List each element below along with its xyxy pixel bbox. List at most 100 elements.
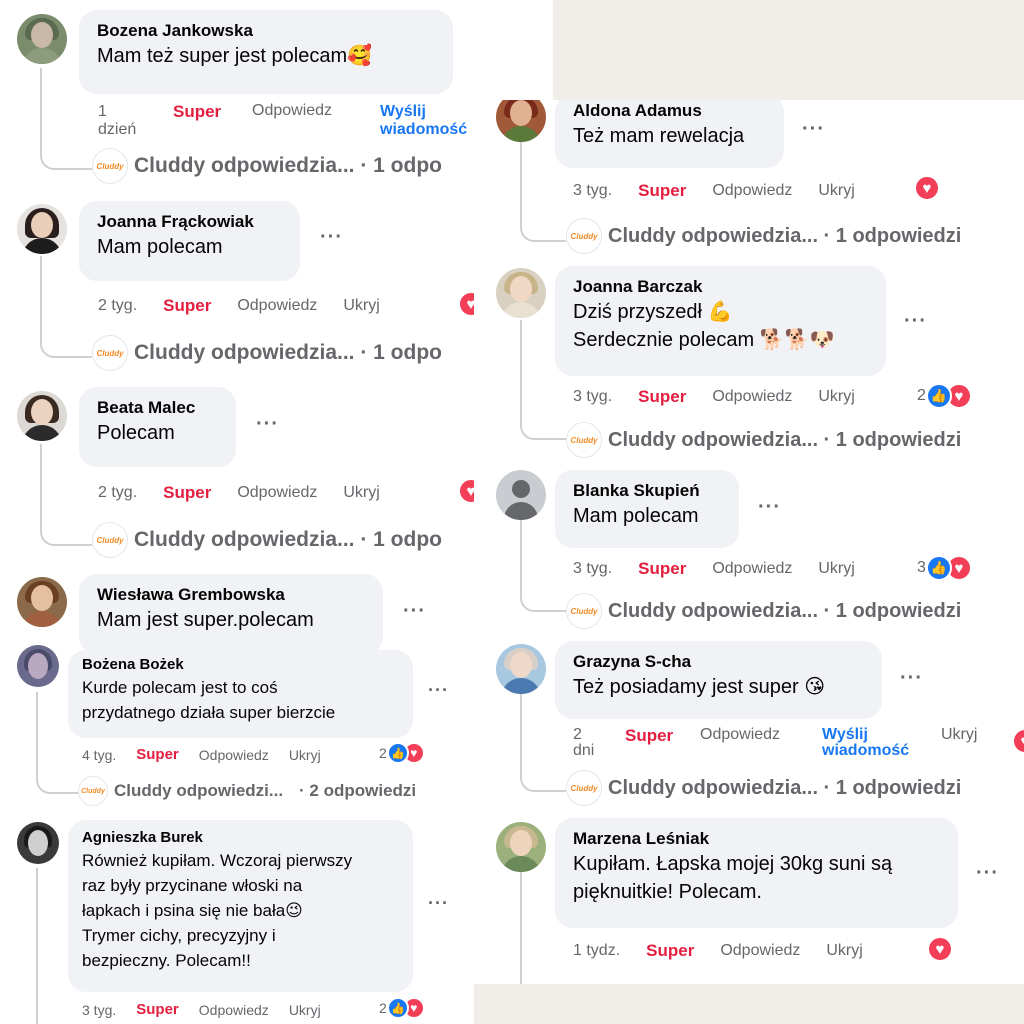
reply-button[interactable]: Odpowiedz bbox=[199, 747, 269, 763]
comment-author[interactable]: Agnieszka Burek bbox=[82, 828, 399, 848]
avatar[interactable] bbox=[17, 645, 59, 687]
reply-button[interactable]: Odpowiedz bbox=[712, 560, 792, 578]
avatar[interactable] bbox=[496, 644, 546, 694]
heart-reaction-icon[interactable]: ♥ bbox=[927, 936, 953, 962]
comment-time[interactable]: 2 tyg. bbox=[98, 484, 137, 502]
comment-time[interactable]: 3 tyg. bbox=[573, 182, 612, 200]
reaction-super-button[interactable]: Super bbox=[638, 181, 686, 201]
comment-author[interactable]: Joanna Frąckowiak bbox=[97, 211, 282, 233]
avatar[interactable] bbox=[17, 391, 67, 441]
default-avatar-icon[interactable] bbox=[496, 470, 546, 520]
hide-button[interactable]: Ukryj bbox=[343, 297, 379, 315]
comment-time[interactable]: 1 tydz. bbox=[573, 942, 620, 960]
avatar[interactable] bbox=[17, 204, 67, 254]
avatar[interactable] bbox=[496, 100, 546, 142]
cluddy-logo-icon: Cluddy bbox=[92, 335, 128, 371]
comment-author[interactable]: Bożena Bożek bbox=[82, 655, 399, 675]
reply-button[interactable]: Odpowiedz bbox=[237, 484, 317, 502]
comment-author[interactable]: Blanka Skupień bbox=[573, 480, 721, 502]
reaction-super-button[interactable]: Super bbox=[136, 1001, 179, 1018]
comment-time[interactable]: 3 tyg. bbox=[573, 388, 612, 406]
reply-button[interactable]: Odpowiedz bbox=[199, 1002, 269, 1018]
more-dots-icon[interactable]: ··· bbox=[473, 38, 474, 61]
heart-reaction-icon[interactable]: ♥ bbox=[1012, 728, 1024, 754]
more-dots-icon[interactable]: ··· bbox=[900, 667, 923, 690]
comments-panel-left: Bozena Jankowska Mam też super jest pole… bbox=[0, 0, 474, 1024]
hide-button[interactable]: Ukryj bbox=[826, 942, 862, 960]
comment-author[interactable]: Bozena Jankowska bbox=[97, 20, 435, 42]
hide-button[interactable]: Ukryj bbox=[818, 560, 854, 578]
reaction-count: 2 bbox=[379, 745, 387, 761]
more-dots-icon[interactable]: ··· bbox=[758, 496, 781, 519]
heart-reaction-icon[interactable]: ♥ bbox=[458, 478, 474, 504]
avatar[interactable] bbox=[17, 822, 59, 864]
more-dots-icon[interactable]: ··· bbox=[320, 226, 343, 249]
hide-button[interactable]: Ukryj bbox=[818, 388, 854, 406]
hide-button[interactable]: Ukryj bbox=[818, 182, 854, 200]
comment-author[interactable]: Grazyna S-cha bbox=[573, 651, 864, 673]
comment-text: Kupiłam. Łapska mojej 30kg suni są pięknu… bbox=[573, 853, 893, 903]
more-dots-icon[interactable]: ··· bbox=[976, 862, 999, 885]
comment-author[interactable]: Marzena Leśniak bbox=[573, 828, 940, 850]
thread-line bbox=[36, 868, 38, 1024]
more-dots-icon[interactable]: ··· bbox=[403, 600, 426, 623]
more-dots-icon[interactable]: ··· bbox=[428, 893, 449, 914]
reply-summary[interactable]: Cluddy Cluddy odpowiedzia... · 1 odpowie… bbox=[566, 422, 961, 458]
reply-button[interactable]: Odpowiedz bbox=[237, 297, 317, 315]
reply-summary[interactable]: Cluddy Cluddy odpowiedzia... · 1 odpo bbox=[92, 148, 442, 184]
comment-author[interactable]: Aldona Adamus bbox=[573, 100, 766, 122]
reply-summary[interactable]: Cluddy Cluddy odpowiedzia... · 1 odpo bbox=[92, 522, 442, 558]
comment-actions: 3 tyg. Super Odpowiedz Ukryj bbox=[82, 1001, 321, 1018]
hide-button[interactable]: Ukryj bbox=[289, 747, 321, 763]
reaction-super-button[interactable]: Super bbox=[163, 483, 211, 503]
hide-button[interactable]: Ukryj bbox=[941, 726, 977, 744]
comment-author[interactable]: Joanna Barczak bbox=[573, 276, 868, 298]
heart-reaction-icon[interactable]: ♥ bbox=[458, 291, 474, 317]
reaction-super-button[interactable]: Super bbox=[638, 387, 686, 407]
more-dots-icon[interactable]: ··· bbox=[428, 680, 449, 701]
send-message-button[interactable]: Wyślij wiadomość bbox=[822, 727, 909, 759]
reply-button[interactable]: Odpowiedz bbox=[252, 102, 332, 120]
more-dots-icon[interactable]: ··· bbox=[802, 118, 825, 141]
avatar[interactable] bbox=[17, 14, 67, 64]
reaction-summary[interactable]: 2 👍 ♥ bbox=[379, 742, 425, 764]
reply-summary[interactable]: Cluddy Cluddy odpowiedzia... · 1 odpo bbox=[92, 335, 442, 371]
reaction-super-button[interactable]: Super bbox=[646, 941, 694, 961]
reply-summary[interactable]: Cluddy Cluddy odpowiedzia... · 1 odpowie… bbox=[566, 218, 961, 254]
comment-time[interactable]: 3 tyg. bbox=[573, 560, 612, 578]
comment-time[interactable]: 3 tyg. bbox=[82, 1002, 116, 1018]
like-reaction-icon: 👍 bbox=[386, 997, 409, 1019]
comment-time[interactable]: 1 dzień bbox=[98, 103, 136, 139]
reply-summary[interactable]: Cluddy Cluddy odpowiedzia... · 1 odpowie… bbox=[566, 593, 961, 629]
comment-text: Również kupiłam. Wczoraj pierwszy raz by… bbox=[82, 851, 353, 970]
reaction-super-button[interactable]: Super bbox=[173, 102, 221, 122]
reply-button[interactable]: Odpowiedz bbox=[712, 182, 792, 200]
comment-time[interactable]: 2 dni bbox=[573, 727, 594, 759]
comment-author[interactable]: Wiesława Grembowska bbox=[97, 584, 365, 606]
avatar[interactable] bbox=[496, 822, 546, 872]
hide-button[interactable]: Ukryj bbox=[343, 484, 379, 502]
reply-button[interactable]: Odpowiedz bbox=[720, 942, 800, 960]
avatar[interactable] bbox=[17, 577, 67, 627]
reaction-summary[interactable]: 2 👍 ♥ bbox=[917, 383, 972, 409]
comment-time[interactable]: 4 tyg. bbox=[82, 747, 116, 763]
reaction-super-button[interactable]: Super bbox=[625, 726, 673, 746]
reaction-super-button[interactable]: Super bbox=[136, 746, 179, 763]
avatar[interactable] bbox=[496, 268, 546, 318]
comment-bubble: Blanka Skupień Mam polecam bbox=[555, 470, 739, 548]
more-dots-icon[interactable]: ··· bbox=[256, 413, 279, 436]
reply-button[interactable]: Odpowiedz bbox=[712, 388, 792, 406]
reply-button[interactable]: Odpowiedz bbox=[700, 726, 780, 744]
reaction-super-button[interactable]: Super bbox=[163, 296, 211, 316]
comment-author[interactable]: Beata Malec bbox=[97, 397, 218, 419]
reply-summary[interactable]: Cluddy Cluddy odpowiedzia... · 1 odpowie… bbox=[566, 770, 961, 806]
comment-time[interactable]: 2 tyg. bbox=[98, 297, 137, 315]
reaction-super-button[interactable]: Super bbox=[638, 559, 686, 579]
reply-summary[interactable]: Cluddy Cluddy odpowiedzi... · 2 odpowied… bbox=[78, 776, 416, 806]
send-message-button[interactable]: Wyślij wiadomość bbox=[380, 103, 467, 139]
heart-reaction-icon[interactable]: ♥ bbox=[914, 175, 940, 201]
reaction-summary[interactable]: 3 👍 ♥ bbox=[917, 555, 972, 581]
reaction-summary[interactable]: 2 👍 ♥ bbox=[379, 997, 425, 1019]
more-dots-icon[interactable]: ··· bbox=[904, 310, 927, 333]
hide-button[interactable]: Ukryj bbox=[289, 1002, 321, 1018]
